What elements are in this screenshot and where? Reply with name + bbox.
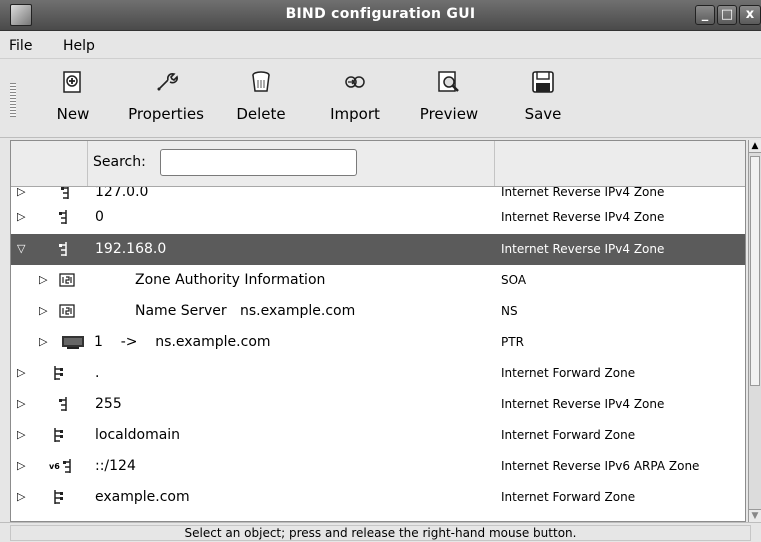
host-icon — [62, 336, 84, 349]
menu-file[interactable]: File — [9, 38, 32, 54]
preview-label: Preview — [419, 105, 479, 123]
row-type: Internet Forward Zone — [501, 366, 636, 380]
ipv6-zone-icon — [63, 459, 71, 473]
trash-icon — [252, 71, 270, 92]
status-text: Select an object; press and release the … — [10, 525, 751, 541]
expand-arrow-icon[interactable]: ▷ — [17, 397, 25, 410]
zone-tree[interactable]: ▷ 127.0.0 Internet Reverse IPv4 Zone ▷ 0… — [10, 140, 746, 522]
properties-label: Properties — [128, 105, 204, 123]
forward-zone-icon — [54, 366, 63, 380]
menu-help[interactable]: Help — [63, 38, 95, 54]
delete-label: Delete — [236, 105, 286, 123]
save-label: Save — [524, 105, 562, 123]
row-name: . — [95, 365, 100, 381]
ipv6-badge: v6 — [49, 462, 60, 471]
row-type: Internet Reverse IPv4 Zone — [501, 242, 665, 256]
row-name: localdomain — [95, 427, 181, 443]
row-type: Internet Forward Zone — [501, 490, 636, 504]
tree-row-0[interactable]: ▷ 0 Internet Reverse IPv4 Zone — [11, 202, 745, 233]
toolbar-grip[interactable] — [10, 83, 16, 117]
tree-row-192-168-0[interactable]: ▽ 192.168.0 Internet Reverse IPv4 Zone — [11, 234, 745, 265]
reverse-zone-icon — [59, 210, 67, 224]
reverse-zone-icon — [59, 397, 67, 411]
import-icon — [345, 76, 365, 88]
reverse-zone-icon — [59, 242, 67, 256]
minimize-button[interactable]: _ — [695, 5, 715, 25]
row-name: 192.168.0 — [95, 241, 167, 257]
row-type: Internet Forward Zone — [501, 428, 636, 442]
scroll-up-arrow-icon[interactable]: ▲ — [749, 140, 761, 153]
tree-row-soa[interactable]: ▷ Zone Authority Information SOA — [11, 265, 745, 296]
expand-arrow-icon[interactable]: ▷ — [39, 335, 47, 348]
tree-row-example-com[interactable]: ▷ example.com Internet Forward Zone — [11, 482, 745, 513]
row-type: Internet Reverse IPv6 ARPA Zone — [501, 459, 700, 473]
row-type: PTR — [501, 335, 524, 349]
expand-arrow-icon[interactable]: ▷ — [17, 210, 25, 223]
forward-zone-icon — [54, 490, 63, 504]
row-name: 0 — [95, 209, 104, 225]
window-title: BIND configuration GUI — [285, 6, 476, 22]
forward-zone-icon — [54, 428, 63, 442]
record-icon — [59, 304, 75, 318]
row-name: 255 — [95, 396, 122, 412]
row-name: 1 -> ns.example.com — [94, 334, 271, 350]
tree-row-localdomain[interactable]: ▷ localdomain Internet Forward Zone — [11, 420, 745, 451]
import-label: Import — [330, 105, 380, 123]
delete-button[interactable]: Delete — [233, 70, 289, 123]
wrench-icon — [157, 73, 178, 91]
expand-arrow-icon[interactable]: ▷ — [17, 366, 25, 379]
expand-arrow-icon[interactable]: ▷ — [17, 428, 25, 441]
search-label: Search: — [93, 154, 146, 170]
import-button[interactable]: Import — [326, 70, 384, 123]
maximize-button[interactable]: □ — [717, 5, 737, 25]
row-name: Zone Authority Information — [135, 272, 326, 288]
scroll-down-arrow-icon[interactable]: ▼ — [749, 509, 761, 522]
row-name: Name Server ns.example.com — [135, 303, 356, 319]
new-icon — [63, 71, 81, 93]
tree-row-root[interactable]: ▷ . Internet Forward Zone — [11, 358, 745, 389]
scrollbar-thumb[interactable] — [750, 156, 760, 386]
new-button[interactable]: New — [50, 70, 96, 123]
expand-arrow-icon[interactable]: ▷ — [39, 304, 47, 317]
column-header-expander[interactable] — [11, 141, 88, 186]
vertical-scrollbar[interactable]: ▲ ▼ — [748, 140, 761, 522]
floppy-disk-icon — [532, 71, 554, 93]
tree-row-255[interactable]: ▷ 255 Internet Reverse IPv4 Zone — [11, 389, 745, 420]
expand-arrow-icon[interactable]: ▷ — [17, 490, 25, 503]
row-name: ::/124 — [95, 458, 136, 474]
row-type: SOA — [501, 273, 527, 287]
preview-button[interactable]: Preview — [415, 70, 483, 123]
record-icon — [59, 273, 75, 287]
tree-row-ns[interactable]: ▷ Name Server ns.example.com NS — [11, 296, 745, 327]
search-input[interactable] — [160, 149, 357, 176]
preview-icon — [438, 71, 459, 92]
toolbar: New Properties Delete Import Preview Sav… — [0, 60, 761, 138]
menu-bar: File Help — [0, 31, 761, 59]
save-button[interactable]: Save — [521, 70, 565, 123]
new-label: New — [56, 105, 90, 123]
status-bar: Select an object; press and release the … — [0, 522, 761, 542]
expand-arrow-icon[interactable]: ▷ — [39, 273, 47, 286]
row-type: Internet Reverse IPv4 Zone — [501, 210, 665, 224]
close-button[interactable]: x — [739, 5, 761, 25]
row-type: Internet Reverse IPv4 Zone — [501, 397, 665, 411]
expand-arrow-icon[interactable]: ▷ — [17, 459, 25, 472]
tree-row-ptr[interactable]: ▷ 1 -> ns.example.com PTR — [11, 327, 745, 358]
row-name: example.com — [95, 489, 190, 505]
tree-header: Search: — [11, 141, 745, 187]
collapse-arrow-icon[interactable]: ▽ — [17, 242, 25, 255]
properties-button[interactable]: Properties — [126, 70, 206, 123]
title-bar: BIND configuration GUI _ □ x — [0, 0, 761, 31]
tree-row-ipv6[interactable]: ▷ v6 ::/124 Internet Reverse IPv6 ARPA Z… — [11, 451, 745, 482]
row-type: NS — [501, 304, 518, 318]
row-type: Internet Reverse IPv4 Zone — [501, 185, 665, 199]
